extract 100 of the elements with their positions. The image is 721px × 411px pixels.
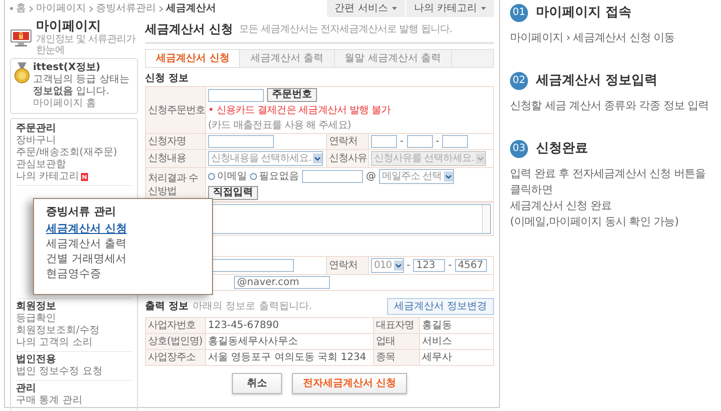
chevron-icon (89, 6, 93, 12)
hint-text: (카드 매출전표를 사용 해 주세요) (208, 119, 351, 132)
field-label: 연락처 (326, 134, 368, 150)
dash: - (406, 259, 410, 272)
order-number-button[interactable]: 주문번호 (267, 88, 317, 102)
menu-link[interactable]: 회원정보조회/수정 (16, 325, 132, 337)
table-cell: 서비스 (420, 334, 494, 350)
table-cell: 세무사 (420, 350, 494, 366)
popup-link[interactable]: 건별 거래명세서 (46, 252, 200, 266)
radio-option[interactable]: 이메일 (208, 170, 247, 183)
logo-subtitle: 개인정보 및 서류관리가 한눈에 (36, 34, 137, 56)
submit-button[interactable]: 전자세금계산서 신청 (292, 373, 408, 394)
chevron-down-icon (444, 171, 453, 182)
scrollbar (482, 205, 490, 233)
step-number: 02 (510, 72, 528, 90)
section-note: 아래의 정보로 출력됩니다. (192, 301, 312, 312)
menu-link[interactable]: 나의 고객의 소리 (16, 337, 132, 349)
direct-input-button[interactable]: 직접입력 (208, 186, 258, 200)
menu-button[interactable]: 나의 카테고리 (404, 0, 494, 17)
popup-link[interactable]: 세금계산서 신청 (46, 222, 200, 236)
input-field[interactable]: 4567 (454, 259, 487, 272)
input-field[interactable] (371, 135, 397, 148)
field-label: 상호(법인명) (146, 334, 206, 350)
radio-option[interactable]: 필요없음 (250, 170, 299, 183)
warning-text: • 신용카드 결제건은 세금계산서 발행 불가 (208, 104, 391, 117)
field-label: 종목 (374, 350, 420, 366)
input-field[interactable] (208, 88, 264, 102)
chevron-down-icon (476, 153, 486, 164)
dash: - (400, 135, 404, 148)
user-name: ittest(X정보) (33, 62, 102, 74)
cancel-button[interactable]: 취소 (232, 373, 282, 394)
popup-title: 증빙서류 관리 (46, 204, 117, 219)
edit-info-button[interactable]: 세금계산서 정보변경 (386, 298, 494, 315)
menu-link[interactable]: 법인 정보수정 요청 (16, 366, 132, 378)
field-label: 사업자번호 (146, 318, 206, 334)
phone-prefix-select[interactable]: 010 (371, 258, 404, 273)
step-number: 03 (510, 140, 528, 158)
step-description: 마이페이지 › 세금계산서 신청 이동 (510, 30, 676, 46)
breadcrumb-link[interactable]: 증빙서류관리 (96, 2, 156, 15)
menu-button[interactable]: 간편 서비스 (326, 0, 405, 17)
new-badge-icon (81, 173, 88, 181)
field-label: 업태 (374, 334, 420, 350)
popup-link[interactable]: 현금영수증 (46, 267, 200, 281)
step-description: 신청할 세금 계산서 종류와 각종 정보 입력 (510, 98, 710, 114)
page-note: 모든 세금계산서는 전자세금계산서로 발행 됩니다. (239, 23, 452, 36)
menu-link[interactable]: 주문/배송조회(재주문) (16, 147, 132, 159)
table-cell: 홍길동 (420, 318, 494, 334)
table-cell: 123-45-67890 (206, 318, 374, 334)
mypage-home-link[interactable]: 마이페이지 홈 (33, 98, 134, 110)
menu-heading: 관리 (16, 383, 37, 395)
step-title: 세금계산서 정보입력 (536, 73, 658, 89)
menu-link[interactable]: 나의 카테고리 (16, 171, 132, 183)
monitor-lock-icon (10, 28, 32, 46)
field-label: 신청내용 (146, 150, 206, 168)
input-field[interactable] (442, 135, 468, 148)
breadcrumb-link[interactable]: 마이페이지 (36, 2, 86, 15)
at-sign: @ (366, 170, 376, 183)
chevron-icon (159, 6, 163, 12)
input-field[interactable] (208, 135, 274, 148)
step-title: 마이페이지 접속 (536, 5, 632, 21)
input-field[interactable] (302, 170, 363, 183)
table-cell: 서울 영등포구 여의도동 국회 1234 (206, 350, 374, 366)
chevron-icon (29, 6, 33, 12)
bullet-dot (10, 7, 13, 10)
field-label: 대표자명 (374, 318, 420, 334)
select-field[interactable]: 메일주소 선택 (379, 169, 454, 184)
caret-icon (481, 7, 486, 10)
menu-link[interactable]: 구매 통계 관리 (16, 395, 132, 407)
step-description: 입력 완료 후 전자세금계산서 신청 버튼을 클릭하면 세금계산서 신청 완료 (이메일,마이페이지 동시 확인 가능) (510, 166, 707, 230)
step-title: 신청완료 (536, 141, 588, 157)
menu-link[interactable]: 장바구니 (16, 135, 132, 147)
breadcrumb-link[interactable]: 세금계산서 (166, 2, 216, 15)
input-field[interactable]: 123 (413, 259, 446, 272)
select-field[interactable]: 신청내용을 선택하세요. (208, 151, 324, 166)
dash: - (448, 259, 452, 272)
input-field[interactable] (406, 135, 433, 148)
page-title: 세금계산서 신청 (145, 23, 234, 36)
grade-text: 고객님의 등급 상태는 정보없음 입니다. (33, 74, 130, 98)
breadcrumb-link[interactable]: 홈 (16, 2, 26, 15)
field-label: 신청주문번호 (146, 86, 206, 134)
chevron-down-icon (313, 153, 322, 164)
caret-icon (392, 7, 397, 10)
menu-link[interactable]: 관심보관함 (16, 159, 132, 171)
section-title: 출력 정보 (145, 301, 188, 312)
popup-link[interactable]: 세금계산서 출력 (46, 237, 200, 251)
input-field[interactable]: @naver.com (234, 276, 330, 289)
field-label: 연락처 (326, 256, 368, 274)
field-label: 신청자명 (146, 134, 206, 150)
field-label: 신청사유 (326, 150, 368, 168)
menu-heading: 주문관리 (16, 123, 57, 135)
menu-link[interactable]: 등급확인 (16, 313, 132, 325)
menu-heading: 회원정보 (16, 301, 57, 313)
logo-title: 마이페이지 (36, 19, 102, 34)
menu-heading: 법인전용 (16, 354, 57, 366)
dash: - (436, 135, 440, 148)
section-title: 신청 정보 (145, 72, 190, 86)
tab[interactable]: 세금계산서 신청 (146, 50, 240, 67)
step-number: 01 (510, 4, 528, 22)
table-cell: 홍길동세무사사무소 (206, 334, 374, 350)
field-label: 사업장주소 (146, 350, 206, 366)
